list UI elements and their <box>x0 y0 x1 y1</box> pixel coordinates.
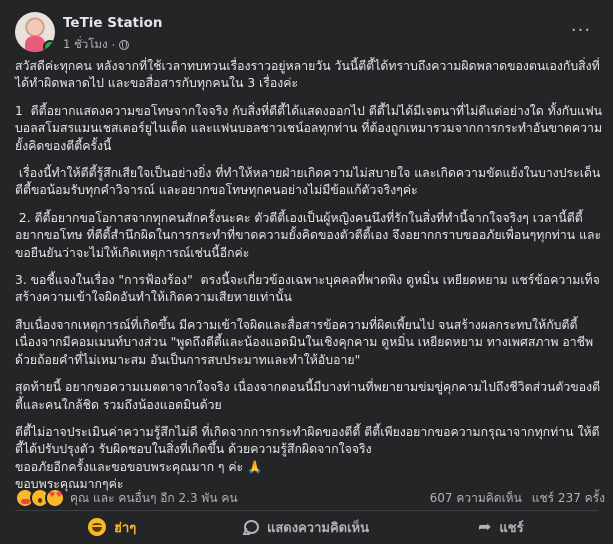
haha-icon <box>88 518 107 536</box>
post-header: TeTie Station 1 ชั่วโมง · ··· <box>15 12 598 52</box>
avatar[interactable] <box>15 12 55 52</box>
comment-button[interactable]: แสดงความคิดเห็น <box>209 517 403 538</box>
post-time[interactable]: 1 ชั่วโมง <box>63 36 108 54</box>
comment-label: แสดงความคิดเห็น <box>266 520 369 536</box>
reaction-summary[interactable]: คุณ และ คนอื่นๆ อีก 2.3 พัน คน <box>15 488 238 508</box>
post-paragraph: 1 ตีตี้อยากแสดงความขอโทษจากใจจริง กับสิ่… <box>15 103 603 153</box>
post-actions: ฮ่าๆ แสดงความคิดเห็น ➦ แชร์ <box>15 512 598 542</box>
author-name[interactable]: TeTie Station <box>63 15 163 31</box>
divider <box>15 510 598 511</box>
post-paragraph: สืบเนื่องจากเหตุการณ์ที่เกิดขึ้น มีความเ… <box>15 317 598 367</box>
facebook-post: TeTie Station 1 ชั่วโมง · ··· สวัสดีค่ะท… <box>0 0 613 544</box>
share-icon: ➦ <box>478 517 492 536</box>
post-paragraph: 3. ขอชี้แจงในเรื่อง "การฟ้องร้อง" ตรงนี้… <box>15 273 604 305</box>
online-status-icon <box>43 40 55 52</box>
react-button[interactable]: ฮ่าๆ <box>15 517 209 538</box>
share-button[interactable]: ➦ แชร์ <box>404 517 598 538</box>
post-stats: คุณ และ คนอื่นๆ อีก 2.3 พัน คน 607 ความค… <box>15 487 605 509</box>
react-label: ฮ่าๆ <box>114 520 137 536</box>
post-paragraph: สุดท้ายนี้ อยากขอความเมตตาจากใจจริง เนื่… <box>15 380 601 412</box>
post-paragraph: เรื่องนี้ทำให้ตีตี้รู้สึกเสียใจเป็นอย่าง… <box>15 166 605 198</box>
share-label: แชร์ <box>499 520 524 536</box>
reaction-count[interactable]: คุณ และ คนอื่นๆ อีก 2.3 พัน คน <box>70 489 238 508</box>
comment-count[interactable]: 607 ความคิดเห็น <box>430 489 522 508</box>
post-paragraph: ตีตี้ไม่อาจประเมินค่าความรู้สึกไม่ดี ที่… <box>15 424 600 492</box>
separator-dot: · <box>111 38 116 52</box>
comment-icon <box>243 520 259 534</box>
engagement-counts: 607 ความคิดเห็น แชร์ 237 ครั้ง <box>430 489 605 508</box>
share-count[interactable]: แชร์ 237 ครั้ง <box>532 489 605 508</box>
post-meta: 1 ชั่วโมง · <box>63 36 130 54</box>
post-paragraph: 2. ตีตี้อยากขอโอกาสจากทุกคนสักครั้งนะคะ … <box>15 210 602 260</box>
globe-icon <box>119 40 130 50</box>
love-eyes-icon <box>45 488 65 508</box>
post-paragraph: สวัสดีค่ะทุกคน หลังจากที่ใช้เวลาทบทวนเรื… <box>15 59 600 91</box>
avatar-figure <box>25 36 45 52</box>
post-body: สวัสดีค่ะทุกคน หลังจากที่ใช้เวลาทบทวนเรื… <box>15 58 605 494</box>
more-options-icon[interactable]: ··· <box>566 20 596 42</box>
